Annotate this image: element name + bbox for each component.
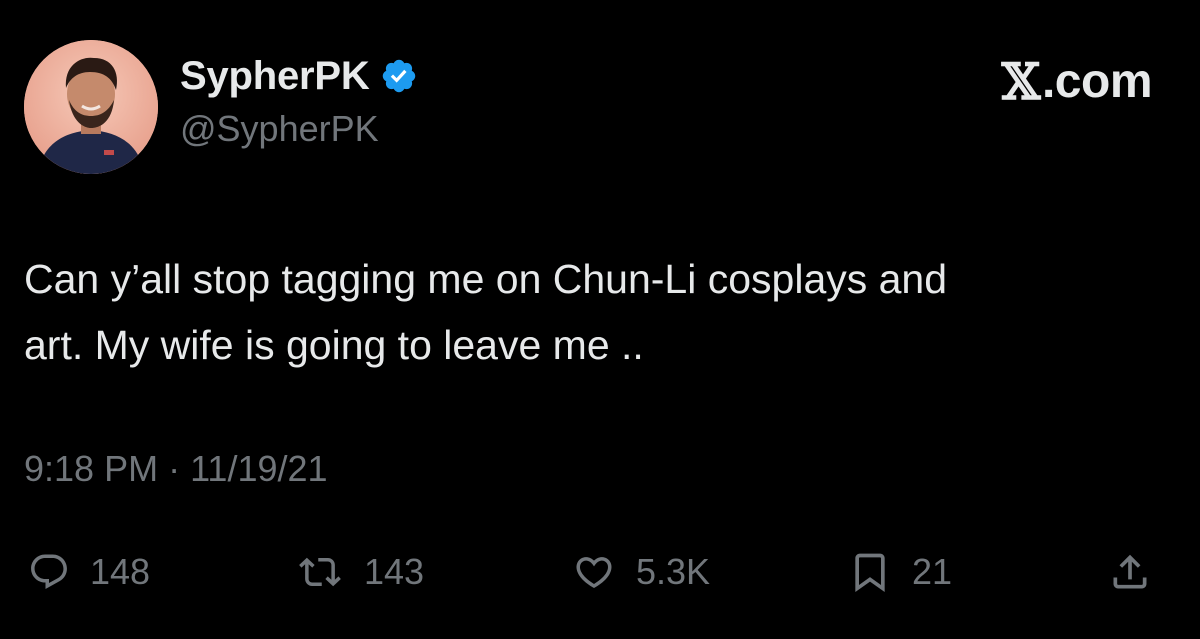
like-button[interactable]: 5.3K xyxy=(572,540,710,604)
bookmark-button[interactable]: 21 xyxy=(848,540,952,604)
speech-bubble-icon xyxy=(31,554,67,589)
avatar-image xyxy=(24,40,158,174)
avatar[interactable] xyxy=(24,40,158,174)
retweet-count: 143 xyxy=(364,551,425,592)
tweet-timestamp[interactable]: 9:18 PM · 11/19/21 xyxy=(24,448,328,490)
reply-count: 148 xyxy=(90,551,151,592)
display-name[interactable]: SypherPK xyxy=(180,54,370,99)
bookmark-icon xyxy=(855,553,885,593)
tweet-date: 11/19/21 xyxy=(190,448,328,489)
verified-badge-icon xyxy=(382,59,415,93)
like-count: 5.3K xyxy=(636,551,711,592)
bookmark-count: 21 xyxy=(912,551,953,592)
timestamp-separator: · xyxy=(168,448,181,489)
share-button[interactable] xyxy=(1108,540,1152,604)
retweet-button[interactable]: 143 xyxy=(296,540,424,604)
heart-icon xyxy=(576,557,612,589)
tweet-text: Can y’all stop tagging me on Chun-Li cos… xyxy=(24,256,948,368)
brand-suffix: .com xyxy=(1041,55,1153,108)
reply-button[interactable]: 148 xyxy=(28,540,150,604)
retweet-arrows-icon xyxy=(299,557,341,587)
x-brand-logo: 𝕏 .com xyxy=(1001,52,1153,111)
x-logo-icon: 𝕏 xyxy=(1001,52,1041,111)
author-name-row: SypherPK xyxy=(180,52,418,100)
tweet-card: SypherPK @SypherPK 𝕏 .com Can y’all stop … xyxy=(0,0,1200,639)
tweet-actions-bar: 148 143 5.3K 21 xyxy=(0,540,1200,604)
tweet-time: 9:18 PM xyxy=(24,448,159,489)
share-upload-icon xyxy=(1113,554,1147,589)
author-handle[interactable]: @SypherPK xyxy=(180,108,379,150)
